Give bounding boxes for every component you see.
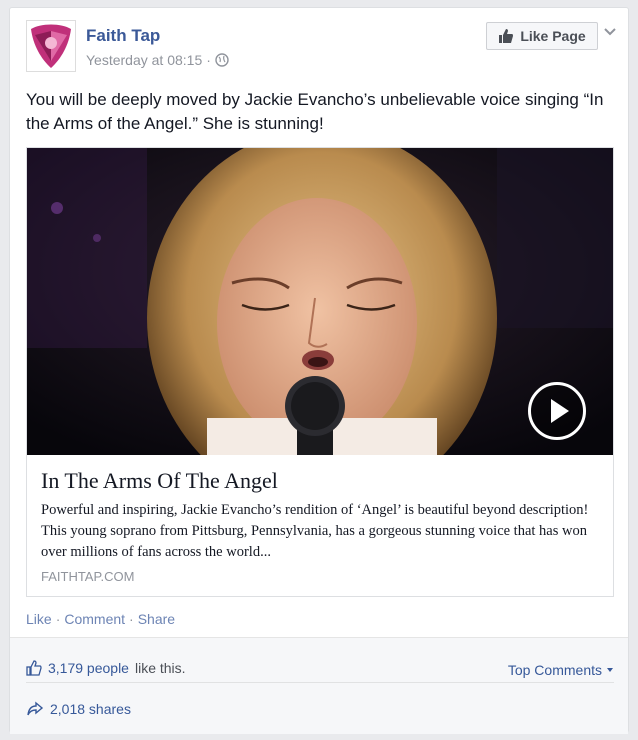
caret-down-icon xyxy=(607,668,613,672)
comment-action[interactable]: Comment xyxy=(64,611,125,627)
globe-icon[interactable] xyxy=(215,53,229,67)
post-card: Faith Tap Yesterday at 08:15 · Like Page… xyxy=(9,7,629,734)
shares-count: 2,018 shares xyxy=(50,701,131,717)
action-separator: · xyxy=(129,611,134,627)
meta-separator: · xyxy=(206,52,211,68)
post-meta: Yesterday at 08:15 · xyxy=(86,52,229,68)
likes-row: 3,179 people like this. Top Comments xyxy=(26,648,614,683)
share-arrow-icon xyxy=(27,701,44,716)
chevron-down-icon[interactable] xyxy=(602,24,618,40)
play-icon xyxy=(551,399,569,423)
top-comments-dropdown[interactable]: Top Comments xyxy=(508,662,614,678)
thumbs-up-icon xyxy=(499,29,514,43)
shares-row: 2,018 shares xyxy=(26,690,614,720)
link-title[interactable]: In The Arms Of The Angel xyxy=(41,468,601,494)
top-comments-label: Top Comments xyxy=(507,662,602,678)
share-action[interactable]: Share xyxy=(138,611,175,627)
like-action[interactable]: Like xyxy=(26,611,52,627)
likes-suffix: like this. xyxy=(134,660,186,676)
faith-tap-logo-icon xyxy=(31,24,71,68)
post-timestamp[interactable]: Yesterday at 08:15 xyxy=(86,52,202,68)
post-actions: Like · Comment · Share xyxy=(26,611,175,627)
post-header: Faith Tap Yesterday at 08:15 · Like Page xyxy=(26,20,616,80)
page-avatar[interactable] xyxy=(26,20,76,72)
action-separator: · xyxy=(55,611,61,627)
like-page-label: Like Page xyxy=(520,28,586,44)
shares-summary[interactable]: 2,018 shares xyxy=(26,701,131,717)
link-attachment[interactable]: In The Arms Of The Angel Powerful and in… xyxy=(26,147,614,597)
link-domain: FAITHTAP.COM xyxy=(41,569,135,584)
like-page-button[interactable]: Like Page xyxy=(486,22,598,50)
likes-summary: 3,179 people like this. xyxy=(26,660,186,676)
video-still-image xyxy=(27,148,613,455)
likes-count-link[interactable]: 3,179 people xyxy=(48,660,129,676)
link-description: Powerful and inspiring, Jackie Evancho’s… xyxy=(41,502,589,560)
video-thumbnail[interactable] xyxy=(27,148,613,455)
page-name-link[interactable]: Faith Tap xyxy=(86,26,160,46)
play-button[interactable] xyxy=(528,382,586,440)
post-message: You will be deeply moved by Jackie Evanc… xyxy=(26,90,604,133)
ufi-section: 3,179 people like this. Top Comments 2,0… xyxy=(10,637,628,734)
thumbs-up-icon xyxy=(26,660,42,676)
